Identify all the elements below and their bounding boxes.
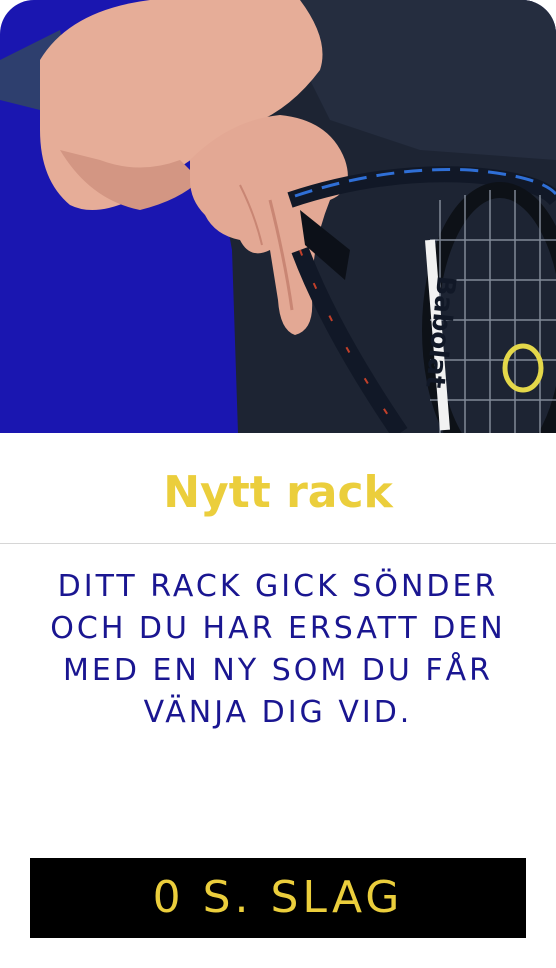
card-title: Nytt rack xyxy=(163,467,393,518)
stroke-penalty-label: 0 S. SLAG xyxy=(152,872,404,923)
card-photo: Babolat xyxy=(0,0,556,433)
title-divider xyxy=(0,543,556,544)
stroke-penalty-bar: 0 S. SLAG xyxy=(30,858,526,938)
event-card: Babolat Nytt rack DITT RACK GICK SÖNDER … xyxy=(0,0,556,968)
card-description: DITT RACK GICK SÖNDER OCH DU HAR ERSATT … xyxy=(50,569,506,730)
